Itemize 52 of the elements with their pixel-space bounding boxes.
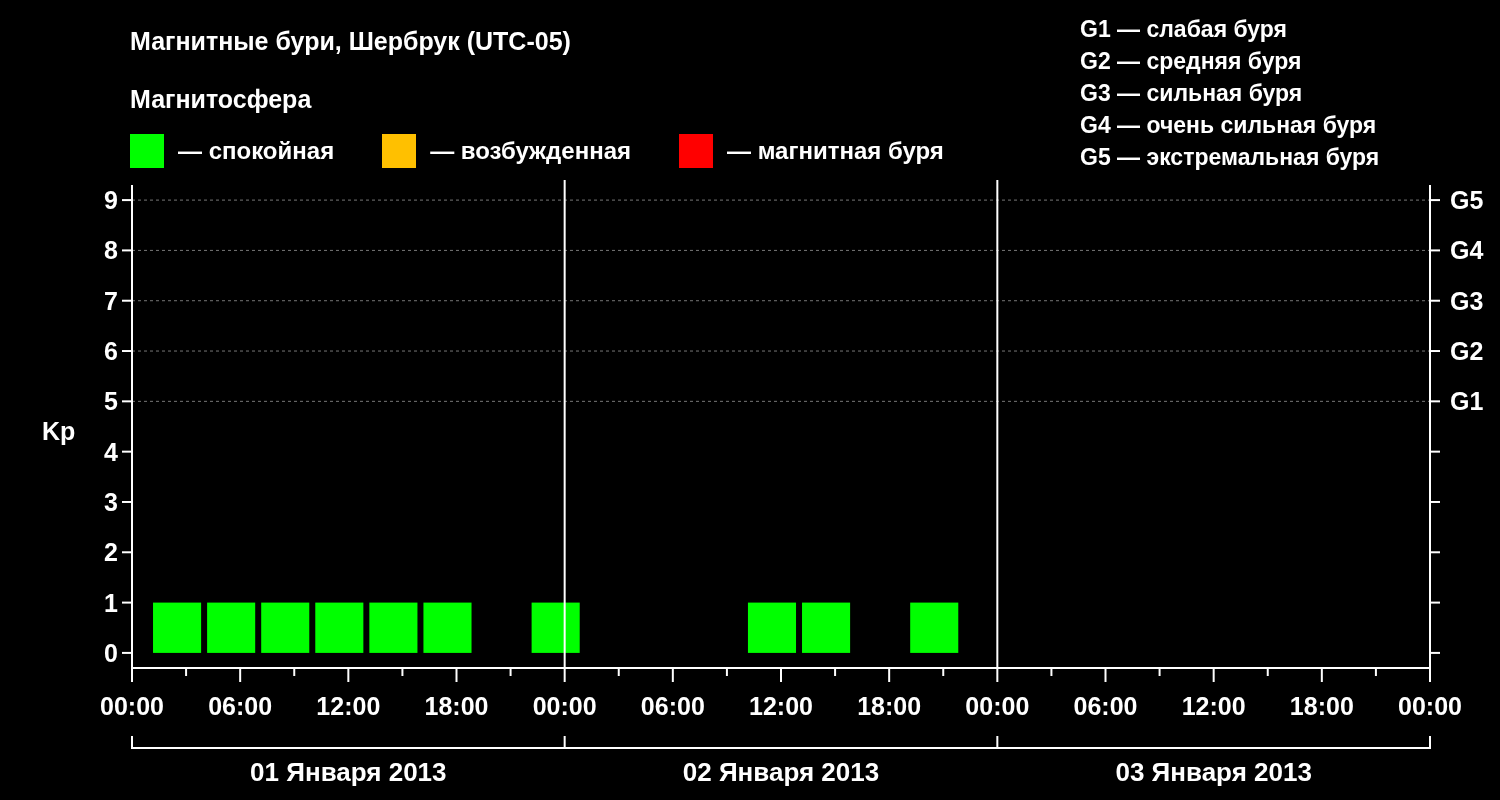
legend-title: Магнитосфера bbox=[130, 84, 313, 114]
storm-level-label: G2 bbox=[1450, 337, 1484, 366]
x-tick-label: 18:00 bbox=[424, 692, 489, 720]
y-tick-label: 4 bbox=[104, 437, 118, 466]
kp-bar bbox=[207, 602, 256, 653]
storm-scale-entry: G3 — сильная буря bbox=[1080, 79, 1304, 108]
kp-bar bbox=[315, 602, 364, 653]
x-tick-label: 12:00 bbox=[1181, 692, 1246, 720]
storm-level-label: G3 bbox=[1450, 286, 1484, 315]
y-axis-title: Kp bbox=[42, 417, 76, 445]
y-tick-label: 6 bbox=[104, 337, 118, 366]
kp-bar bbox=[910, 602, 959, 653]
kp-bar bbox=[802, 602, 851, 653]
legend-label: — спокойная bbox=[178, 137, 335, 165]
x-tick-label: 18:00 bbox=[857, 692, 922, 720]
storm-level-label: G4 bbox=[1450, 236, 1484, 265]
legend-label: — возбужденная bbox=[430, 137, 631, 165]
storm-level-label: G5 bbox=[1450, 186, 1484, 215]
x-tick-label: 00:00 bbox=[1398, 692, 1462, 720]
storm-scale-entry: G2 — средняя буря bbox=[1080, 47, 1303, 76]
date-label: 03 Января 2013 bbox=[1115, 757, 1312, 787]
x-tick-label: 12:00 bbox=[749, 692, 813, 720]
y-tick-label: 2 bbox=[104, 538, 118, 567]
storm-scale-entry: G4 — очень сильная буря bbox=[1080, 111, 1378, 140]
y-tick-label: 7 bbox=[104, 286, 118, 315]
y-tick-label: 9 bbox=[104, 186, 118, 215]
x-tick-label: 06:00 bbox=[640, 692, 705, 720]
date-label: 01 Января 2013 bbox=[250, 757, 447, 787]
kp-bar bbox=[531, 602, 580, 653]
kp-bar bbox=[747, 602, 797, 653]
legend-label: — магнитная буря bbox=[727, 137, 944, 165]
x-tick-label: 06:00 bbox=[1073, 692, 1138, 720]
x-tick-label: 00:00 bbox=[100, 692, 164, 720]
storm-scale-entry: G1 — слабая буря bbox=[1080, 15, 1289, 44]
chart-title: Магнитные бури, Шербрук (UTC-05) bbox=[130, 26, 572, 56]
date-label: 02 Января 2013 bbox=[682, 757, 880, 787]
y-tick-label: 1 bbox=[104, 588, 118, 617]
kp-bar bbox=[261, 602, 310, 653]
x-tick-label: 00:00 bbox=[965, 692, 1030, 720]
storm-scale-entry: G5 — экстремальная буря bbox=[1080, 143, 1381, 172]
x-tick-label: 06:00 bbox=[208, 692, 273, 720]
x-tick-label: 00:00 bbox=[532, 692, 597, 720]
kp-bar bbox=[369, 602, 418, 653]
kp-bar bbox=[153, 602, 202, 653]
y-tick-label: 3 bbox=[104, 487, 118, 516]
y-tick-label: 5 bbox=[104, 387, 118, 416]
x-tick-label: 12:00 bbox=[316, 692, 381, 720]
x-tick-label: 18:00 bbox=[1289, 692, 1354, 720]
y-tick-label: 0 bbox=[104, 638, 118, 667]
kp-bar bbox=[423, 602, 472, 653]
y-tick-label: 8 bbox=[104, 236, 118, 265]
storm-level-label: G1 bbox=[1450, 387, 1484, 416]
